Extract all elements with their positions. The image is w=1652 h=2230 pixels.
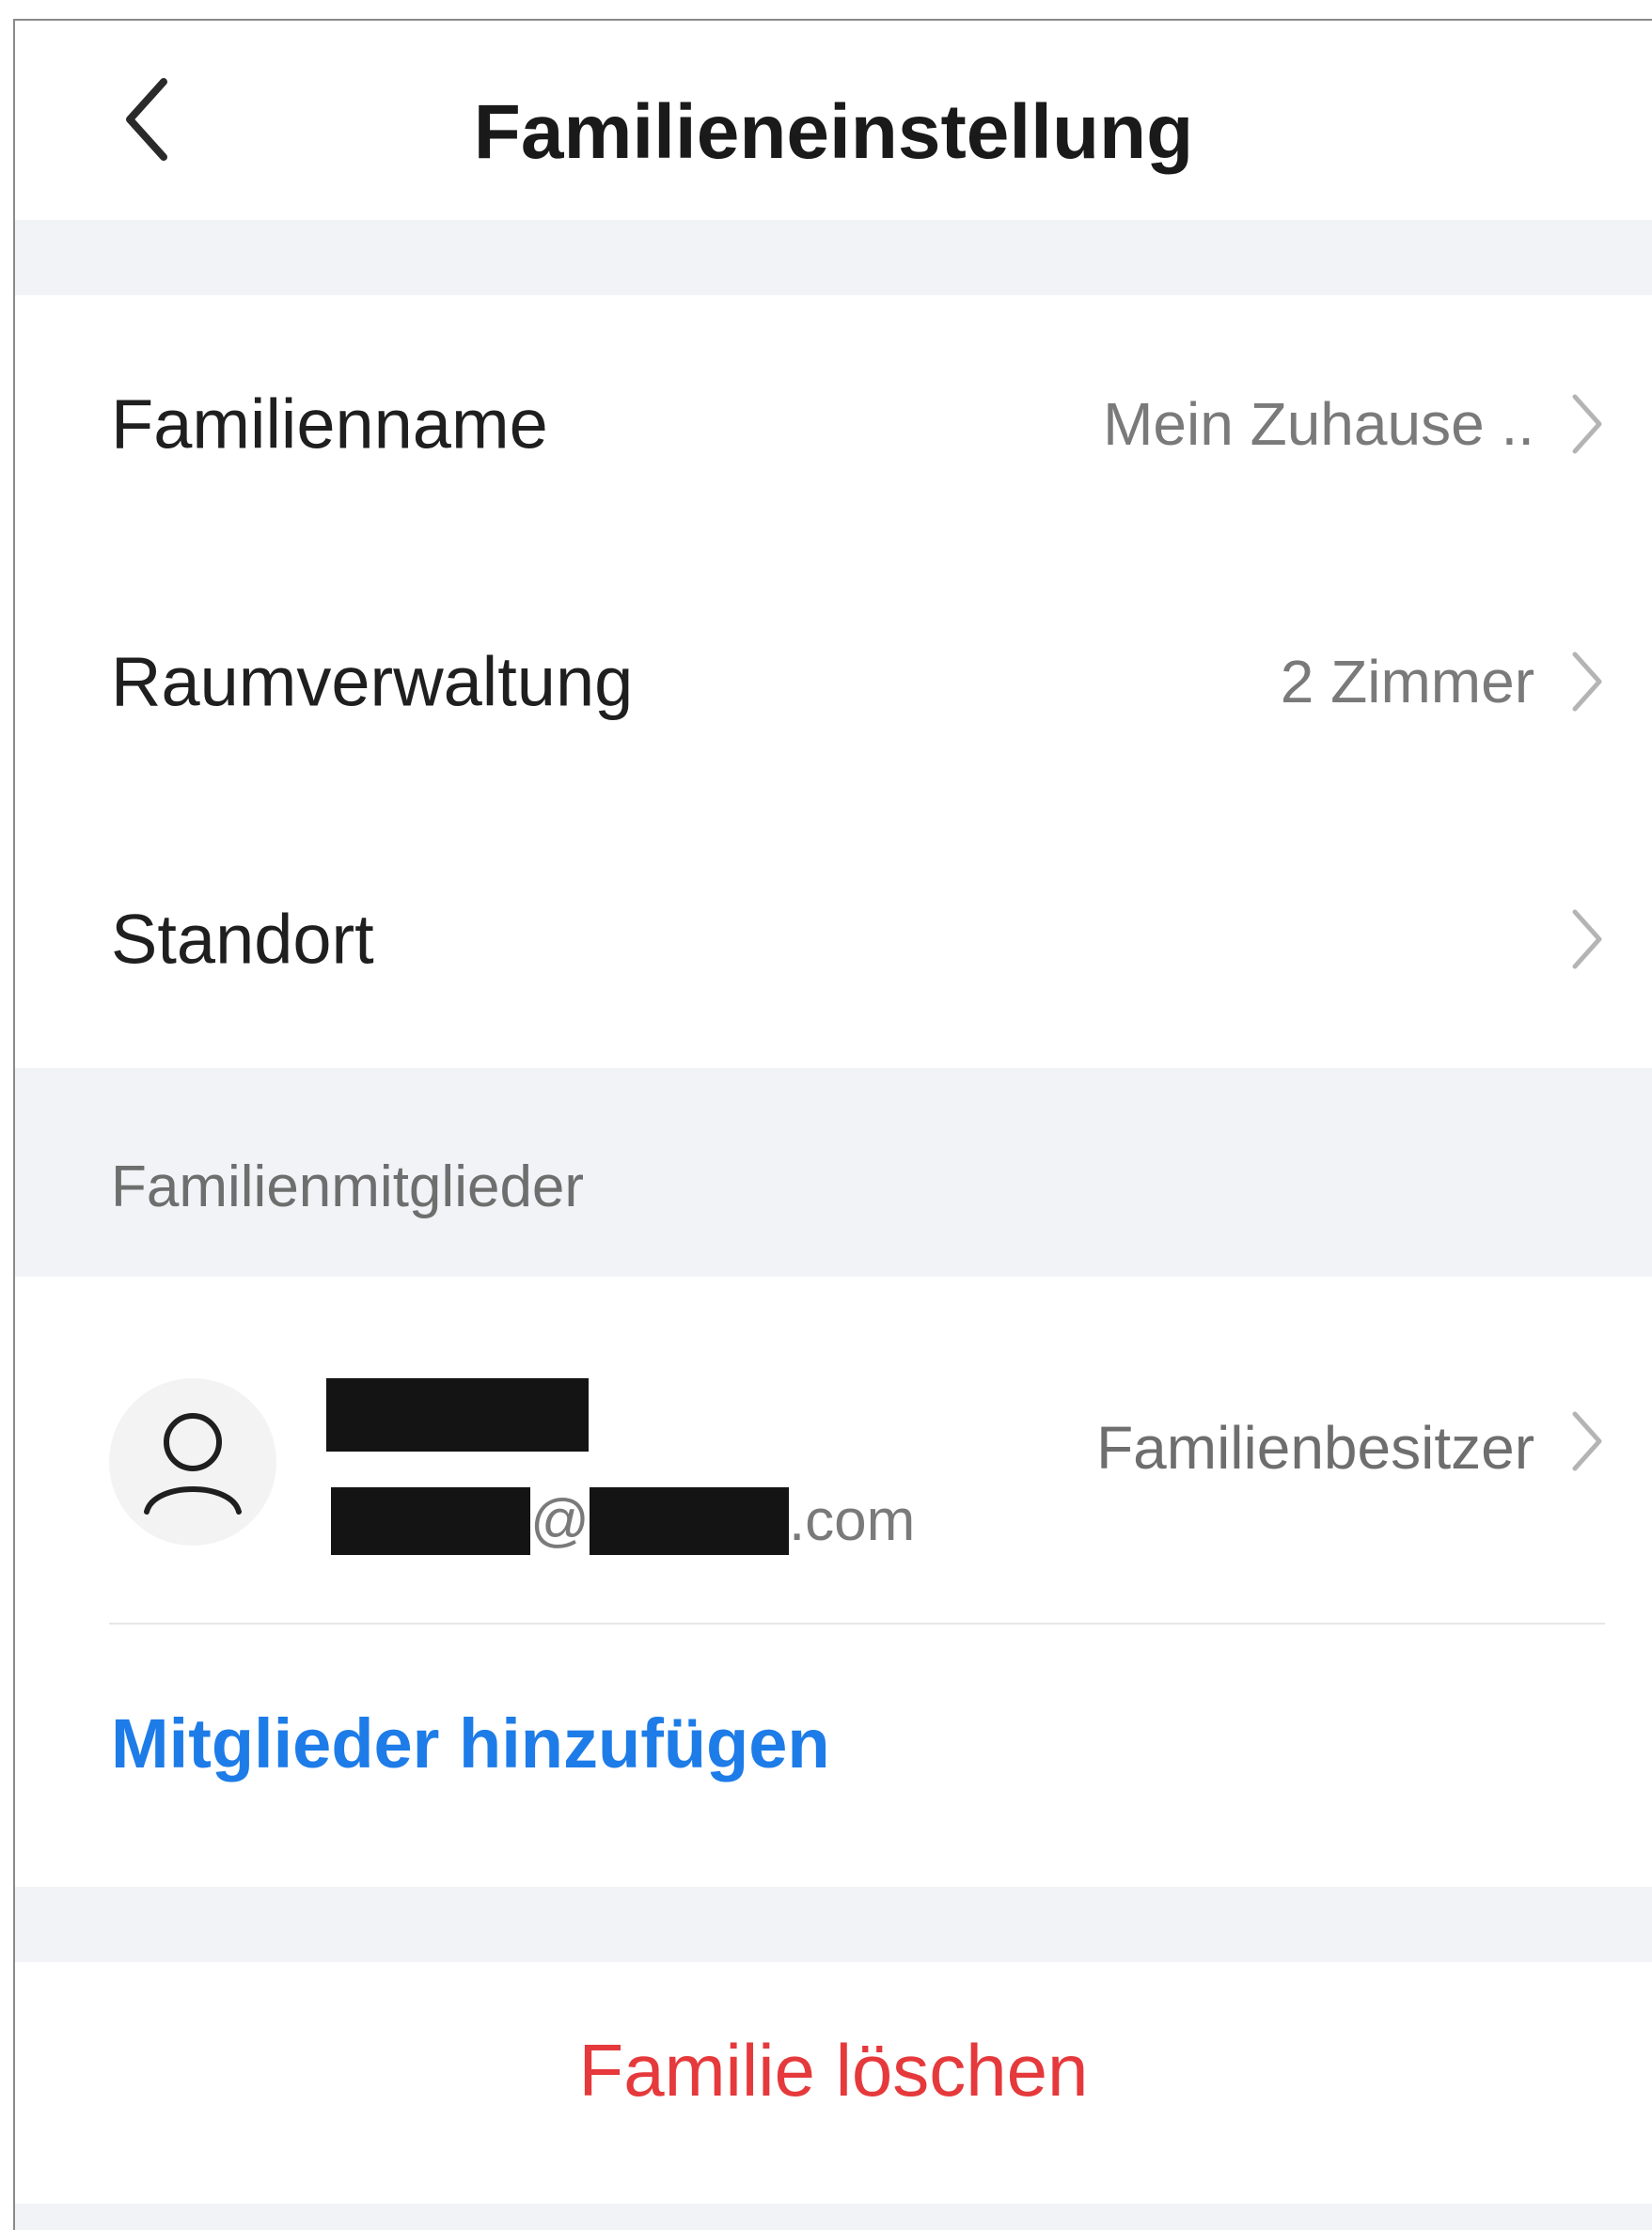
member-role: Familienbesitzer [1096,1414,1534,1482]
family-name-value: Mein Zuhause .. [1103,390,1534,458]
divider [109,1623,1605,1625]
email-suffix: .com [788,1488,916,1553]
chevron-right-icon [1572,1411,1602,1471]
email-at: @ [530,1488,590,1553]
chevron-right-icon [1572,394,1602,454]
location-row[interactable]: Standort [15,810,1652,1068]
chevron-right-icon [1572,909,1602,969]
settings-screen: Familieneinstellung Familienname Mein Zu… [13,19,1652,2230]
room-management-row[interactable]: Raumverwaltung 2 Zimmer [15,553,1652,810]
member-email: @ .com [331,1485,915,1557]
add-members-button[interactable]: Mitglieder hinzufügen [111,1704,830,1783]
section-divider [15,220,1652,295]
member-row[interactable]: @ .com Familienbesitzer [15,1277,1652,1625]
member-name-redacted [326,1378,589,1452]
page-title: Familieneinstellung [473,89,1194,175]
members-section-label: Familienmitglieder [111,1154,585,1219]
delete-family-button[interactable]: Familie löschen [15,2028,1652,2113]
family-name-label: Familienname [111,385,548,463]
chevron-right-icon [1572,652,1602,712]
avatar [109,1378,276,1546]
section-divider [15,2204,1652,2230]
section-divider [15,1887,1652,1962]
email-user-redacted [331,1487,530,1555]
family-name-row[interactable]: Familienname Mein Zuhause .. [15,295,1652,553]
header: Familieneinstellung [15,21,1652,220]
user-icon [144,1413,242,1515]
room-management-label: Raumverwaltung [111,642,634,721]
email-domain-redacted [589,1487,789,1555]
room-count-value: 2 Zimmer [1280,648,1534,715]
location-label: Standort [111,900,374,979]
